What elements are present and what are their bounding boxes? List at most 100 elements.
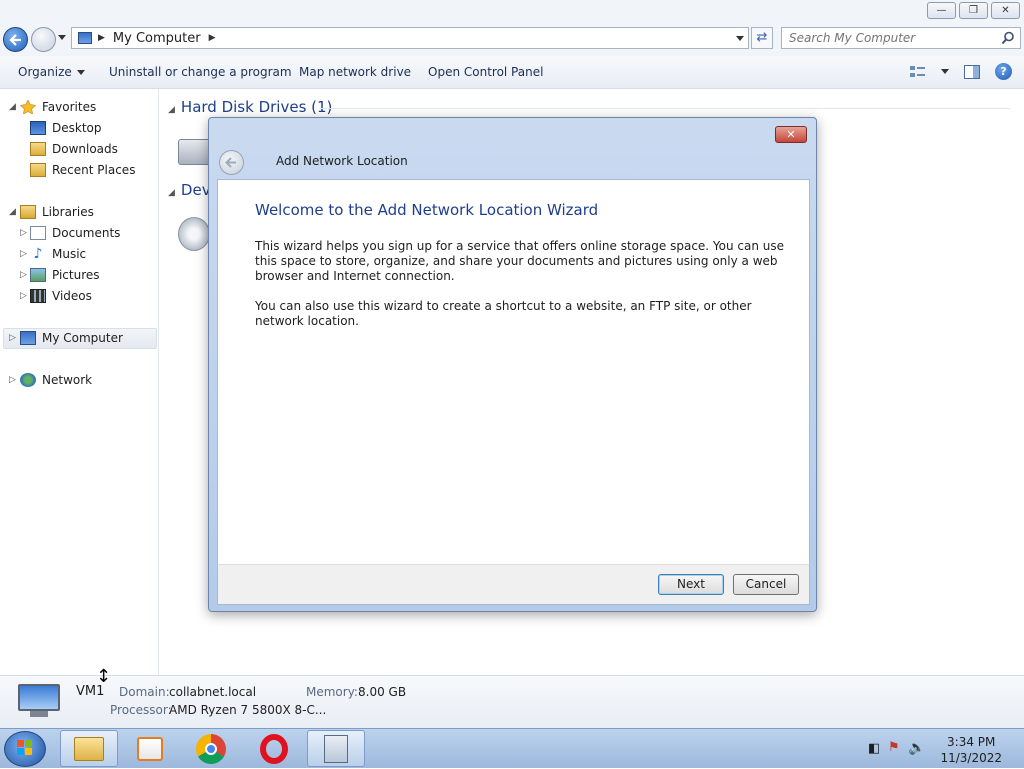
uninstall-program-button[interactable]: Uninstall or change a program <box>109 65 292 79</box>
dialog-title: Add Network Location <box>276 154 408 168</box>
nav-my-computer-label: My Computer <box>42 331 123 345</box>
nav-favorites[interactable]: Favorites <box>20 97 96 117</box>
command-bar: Organize Uninstall or change a program M… <box>0 56 1024 89</box>
forward-button[interactable] <box>31 27 56 52</box>
details-pane: VM1 ↕ Domain: collabnet.local Memory: 8.… <box>0 666 1024 728</box>
nav-videos[interactable]: Videos <box>30 286 92 306</box>
breadcrumb-separator-icon[interactable]: ▶ <box>98 33 105 43</box>
back-arrow-icon <box>225 157 236 168</box>
taskbar-chrome[interactable] <box>182 730 240 767</box>
desktop-icon <box>30 121 46 135</box>
chrome-icon <box>196 733 226 764</box>
nav-music[interactable]: ♪ Music <box>30 244 87 264</box>
taskbar-explorer[interactable] <box>60 730 118 767</box>
chevron-down-icon <box>76 70 85 75</box>
address-bar[interactable]: ▶ My Computer ▶ <box>71 27 749 49</box>
nav-libraries-label: Libraries <box>42 205 94 219</box>
dvd-drive-icon[interactable] <box>178 217 210 251</box>
view-controls: ? <box>909 63 1012 80</box>
nav-network-label: Network <box>42 373 93 387</box>
expand-arrow-icon[interactable]: ▷ <box>9 333 16 343</box>
title-bar: — ❐ ✕ <box>0 0 1024 24</box>
documents-icon <box>30 226 46 240</box>
nav-desktop[interactable]: Desktop <box>30 118 102 138</box>
expand-arrow-icon[interactable]: ▷ <box>20 270 27 280</box>
search-icon[interactable] <box>1001 31 1015 45</box>
map-network-drive-button[interactable]: Map network drive <box>299 65 411 79</box>
breadcrumb-chevron-icon[interactable]: ▶ <box>209 33 216 43</box>
wizard-description: This wizard helps you sign up for a serv… <box>255 239 785 283</box>
group-hard-disk-drives[interactable]: ◢ Hard Disk Drives (1) <box>168 98 332 116</box>
dialog-back-button[interactable] <box>219 150 244 175</box>
next-button[interactable]: Next <box>658 574 724 595</box>
folder-icon <box>74 736 104 761</box>
network-icon <box>20 373 36 387</box>
search-input[interactable] <box>782 28 992 48</box>
nav-network[interactable]: Network <box>20 370 92 390</box>
nav-desktop-label: Desktop <box>52 121 102 135</box>
group-devices-label: Dev <box>180 181 211 199</box>
libraries-icon <box>20 205 36 219</box>
processor-label: Processor: <box>110 703 172 717</box>
local-disk-icon[interactable] <box>178 139 212 165</box>
collapse-arrow-icon[interactable]: ◢ <box>9 207 16 217</box>
expand-arrow-icon[interactable]: ▷ <box>20 291 27 301</box>
close-window-button[interactable]: ✕ <box>991 2 1020 19</box>
mouse-cursor-icon: ↕ <box>96 666 112 687</box>
network-location-icon <box>324 734 348 763</box>
domain-value: collabnet.local <box>169 685 257 699</box>
wizard-heading: Welcome to the Add Network Location Wiza… <box>255 201 599 219</box>
start-button[interactable] <box>4 731 46 767</box>
dialog-footer: Next Cancel <box>217 564 810 605</box>
help-icon[interactable]: ? <box>995 63 1012 80</box>
domain-label: Domain: <box>119 685 170 699</box>
group-hard-disk-drives-label: Hard Disk Drives (1) <box>180 98 333 116</box>
minimize-button[interactable]: — <box>927 2 956 19</box>
opera-icon <box>260 733 288 764</box>
nav-downloads[interactable]: Downloads <box>30 139 118 159</box>
taskbar-network-wizard[interactable] <box>307 730 365 767</box>
nav-pictures-label: Pictures <box>52 268 100 282</box>
nav-pictures[interactable]: Pictures <box>30 265 100 285</box>
nav-libraries[interactable]: Libraries <box>20 202 94 222</box>
back-arrow-icon <box>9 34 21 46</box>
cancel-button[interactable]: Cancel <box>733 574 799 595</box>
nav-music-label: Music <box>52 247 87 261</box>
breadcrumb-my-computer[interactable]: My Computer <box>113 31 201 46</box>
expand-arrow-icon[interactable]: ▷ <box>9 375 16 385</box>
taskbar-opera[interactable] <box>245 730 303 767</box>
volume-icon[interactable]: 🔈 <box>908 740 925 756</box>
expand-arrow-icon[interactable]: ▷ <box>20 228 27 238</box>
preview-pane-icon[interactable] <box>963 64 981 80</box>
music-icon: ♪ <box>33 246 43 262</box>
videos-icon <box>30 289 46 303</box>
back-button[interactable] <box>3 27 28 52</box>
network-status-icon[interactable]: ◧ <box>868 741 880 756</box>
nav-documents[interactable]: Documents <box>30 223 120 243</box>
restore-button[interactable]: ❐ <box>959 2 988 19</box>
expand-arrow-icon[interactable]: ▷ <box>20 249 27 259</box>
dialog-close-button[interactable]: ✕ <box>775 126 807 143</box>
taskbar-media-player[interactable] <box>121 730 179 767</box>
search-box[interactable] <box>781 27 1021 49</box>
clock[interactable]: 3:34 PM 11/3/2022 <box>940 734 1002 766</box>
wizard-description-2: You can also use this wizard to create a… <box>255 299 752 328</box>
organize-button[interactable]: Organize <box>18 65 85 79</box>
collapse-arrow-icon: ◢ <box>168 188 175 198</box>
collapse-arrow-icon[interactable]: ◢ <box>9 102 16 112</box>
action-center-icon[interactable]: ⚑ <box>888 740 900 755</box>
add-network-location-dialog: ✕ Add Network Location Welcome to the Ad… <box>208 117 817 612</box>
media-player-icon <box>137 736 163 761</box>
recent-places-icon <box>30 163 46 177</box>
change-view-icon[interactable] <box>909 64 927 80</box>
nav-my-computer[interactable]: My Computer <box>20 328 123 348</box>
open-control-panel-button[interactable]: Open Control Panel <box>428 65 543 79</box>
star-icon <box>20 100 36 114</box>
recent-pages-dropdown[interactable] <box>58 35 66 40</box>
group-devices[interactable]: ◢ Dev <box>168 181 211 199</box>
refresh-icon[interactable]: ⇄ <box>751 27 773 49</box>
address-dropdown-icon[interactable] <box>736 36 744 41</box>
nav-recent-places[interactable]: Recent Places <box>30 160 135 180</box>
view-options-dropdown-icon[interactable] <box>941 69 949 74</box>
memory-value: 8.00 GB <box>358 685 407 699</box>
